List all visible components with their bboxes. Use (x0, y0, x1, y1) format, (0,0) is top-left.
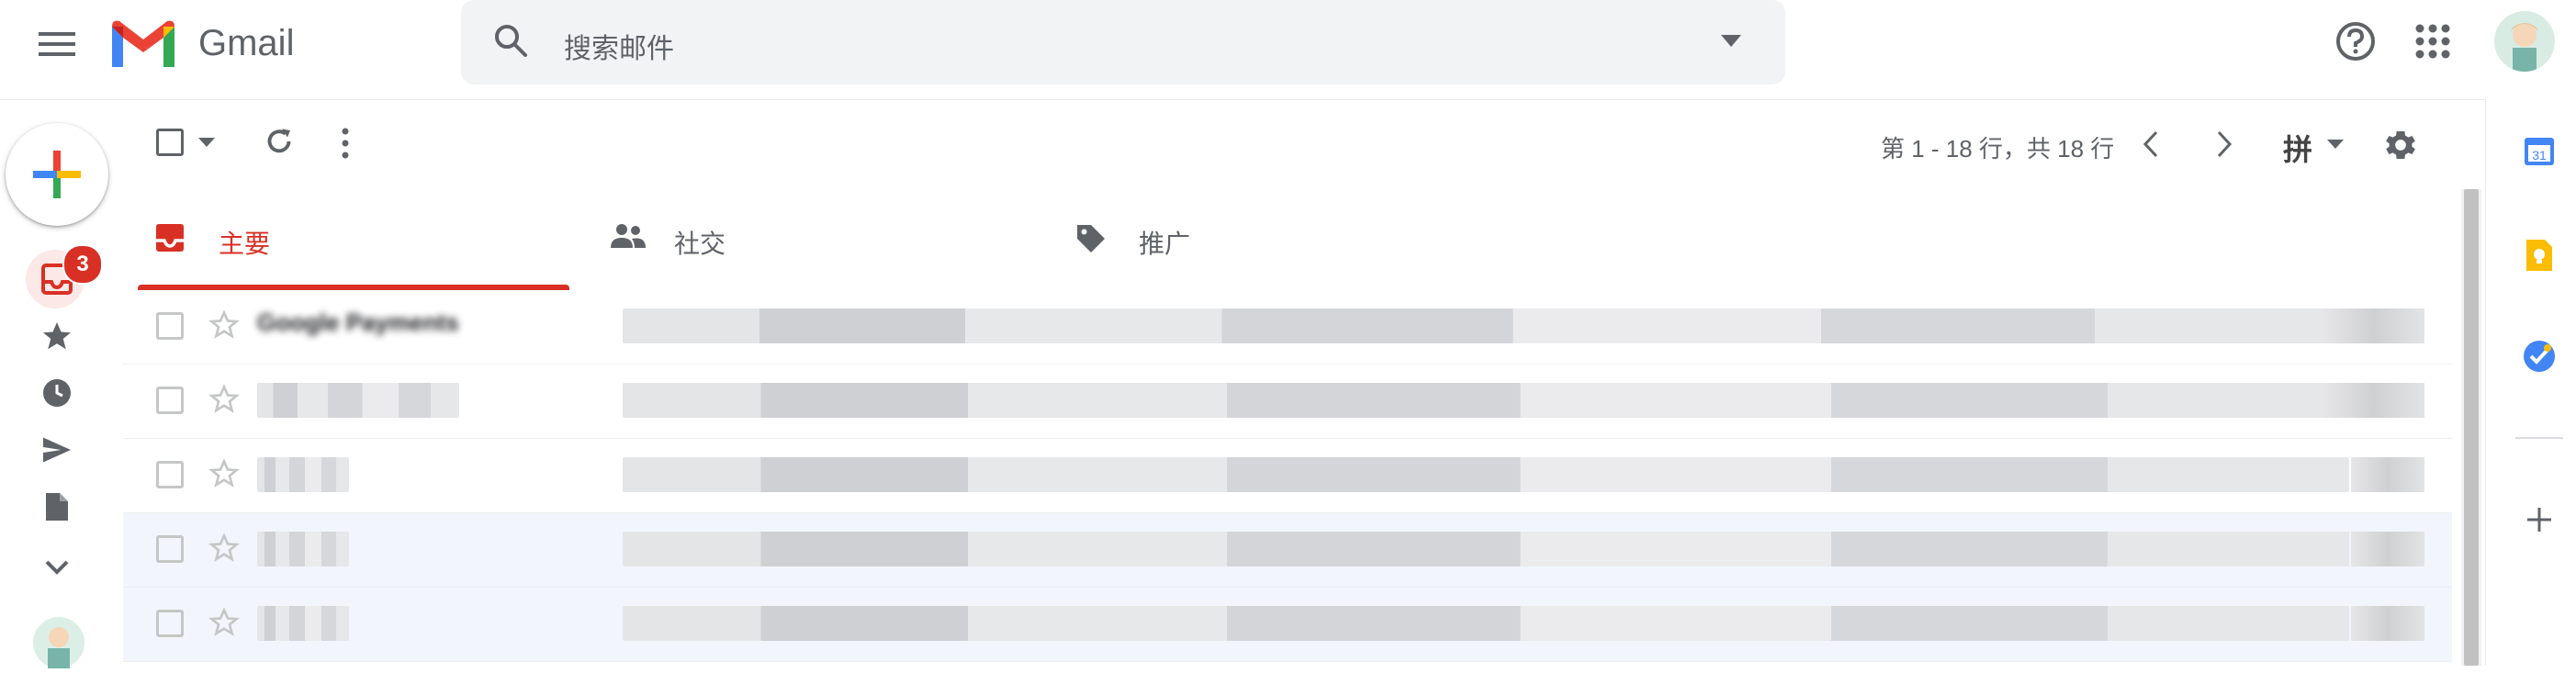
email-date-redacted (2351, 532, 2424, 566)
email-list: Google Payments (123, 290, 2452, 662)
inbox-unread-badge: 3 (62, 244, 103, 285)
email-sender-redacted (257, 606, 349, 641)
tasks-addon[interactable] (2519, 336, 2559, 376)
nav-sent[interactable] (37, 430, 77, 470)
email-date-redacted (2323, 383, 2424, 418)
email-subject-redacted (623, 383, 2349, 418)
apps-grid-icon[interactable] (2415, 24, 2450, 59)
star-outline-icon[interactable] (208, 532, 241, 565)
tab-social[interactable]: 社交 (579, 189, 1025, 288)
tab-label: 推广 (1139, 230, 1191, 258)
select-options-caret-icon[interactable] (198, 138, 215, 147)
email-subject-redacted (623, 457, 2349, 492)
tab-promotions[interactable]: 推广 (1043, 189, 1490, 288)
get-addons-button[interactable] (2519, 499, 2559, 540)
star-outline-icon[interactable] (208, 308, 241, 342)
chevron-right-icon[interactable] (2213, 129, 2235, 160)
select-all-checkbox[interactable] (156, 129, 184, 156)
refresh-icon[interactable] (263, 125, 296, 158)
row-checkbox[interactable] (156, 312, 184, 340)
tag-icon (1077, 225, 1105, 252)
tab-label: 社交 (674, 230, 726, 258)
app-name: Gmail (198, 22, 295, 63)
draft-file-icon (46, 493, 68, 521)
more-options-icon[interactable] (340, 127, 351, 160)
avatar-illustration-icon (2511, 23, 2538, 72)
keep-addon[interactable] (2519, 235, 2559, 275)
email-date-redacted (2323, 308, 2424, 343)
people-icon (611, 224, 646, 248)
gmail-m-icon (112, 20, 174, 67)
tasks-check-icon (2524, 341, 2555, 372)
tab-label: 主要 (219, 230, 271, 258)
email-subject-redacted (623, 606, 2349, 641)
email-row[interactable]: Google Payments (123, 290, 2452, 365)
account-avatar[interactable] (2494, 11, 2555, 72)
compose-button[interactable] (6, 123, 108, 226)
calendar-addon[interactable]: 31 (2519, 130, 2559, 171)
side-panel-divider (2515, 437, 2563, 439)
email-sender-redacted (257, 457, 349, 492)
nav-starred[interactable] (37, 316, 77, 356)
row-checkbox[interactable] (156, 387, 184, 414)
nav-drafts[interactable] (37, 487, 77, 527)
star-outline-icon[interactable] (208, 383, 241, 416)
clock-icon (43, 379, 71, 407)
email-row[interactable] (123, 439, 2452, 513)
row-checkbox[interactable] (156, 535, 184, 563)
email-sender: Google Payments (257, 308, 459, 336)
gmail-logo[interactable]: Gmail (108, 15, 294, 72)
main-menu-button[interactable] (35, 22, 79, 66)
help-icon[interactable] (2334, 20, 2377, 62)
keep-bulb-icon (2526, 240, 2552, 271)
gear-icon[interactable] (2382, 127, 2419, 163)
inbox-icon (156, 224, 184, 252)
list-scrollbar-thumb[interactable] (2464, 189, 2479, 666)
input-tools-button[interactable]: 拼 (2283, 127, 2312, 169)
email-subject-redacted (623, 532, 2349, 566)
star-outline-icon[interactable] (208, 606, 241, 639)
search-bar[interactable]: 搜索邮件 (461, 0, 1785, 84)
row-checkbox[interactable] (156, 610, 184, 637)
email-date-redacted (2351, 606, 2424, 641)
tab-primary[interactable]: 主要 (123, 189, 569, 290)
calendar-icon: 31 (2525, 138, 2554, 165)
chevron-down-icon (45, 560, 69, 575)
compose-plus-icon (33, 151, 81, 198)
nav-more[interactable] (37, 547, 77, 588)
top-bar: Gmail 搜索邮件 (0, 0, 2576, 100)
mail-toolbar: 第 1 - 18 行，共 18 行 拼 (123, 101, 2452, 189)
avatar-illustration-icon (48, 627, 70, 668)
email-row[interactable] (123, 588, 2452, 662)
email-row[interactable] (123, 365, 2452, 439)
hangouts-avatar[interactable] (33, 617, 84, 668)
email-date-redacted (2351, 457, 2424, 492)
email-sender-redacted (257, 532, 349, 566)
plus-icon (2527, 508, 2551, 532)
email-row[interactable] (123, 513, 2452, 588)
svg-text:31: 31 (2532, 148, 2547, 163)
search-icon[interactable] (492, 22, 529, 59)
row-checkbox[interactable] (156, 461, 184, 488)
search-options-caret-icon[interactable] (1721, 35, 1741, 48)
email-subject-redacted (623, 308, 2334, 343)
category-tabs: 主要 社交 推广 (123, 189, 2452, 291)
nav-snoozed[interactable] (37, 373, 77, 413)
star-outline-icon[interactable] (208, 457, 241, 490)
search-input[interactable]: 搜索邮件 (564, 26, 674, 66)
side-panel: 31 (2485, 99, 2576, 666)
hamburger-menu-icon (39, 32, 75, 56)
email-sender-redacted (257, 383, 459, 418)
star-icon (43, 322, 71, 350)
send-icon (43, 437, 71, 463)
chevron-left-icon[interactable] (2140, 129, 2162, 160)
input-tools-caret-icon[interactable] (2327, 140, 2344, 149)
pagination-info: 第 1 - 18 行，共 18 行 (1881, 135, 2115, 163)
